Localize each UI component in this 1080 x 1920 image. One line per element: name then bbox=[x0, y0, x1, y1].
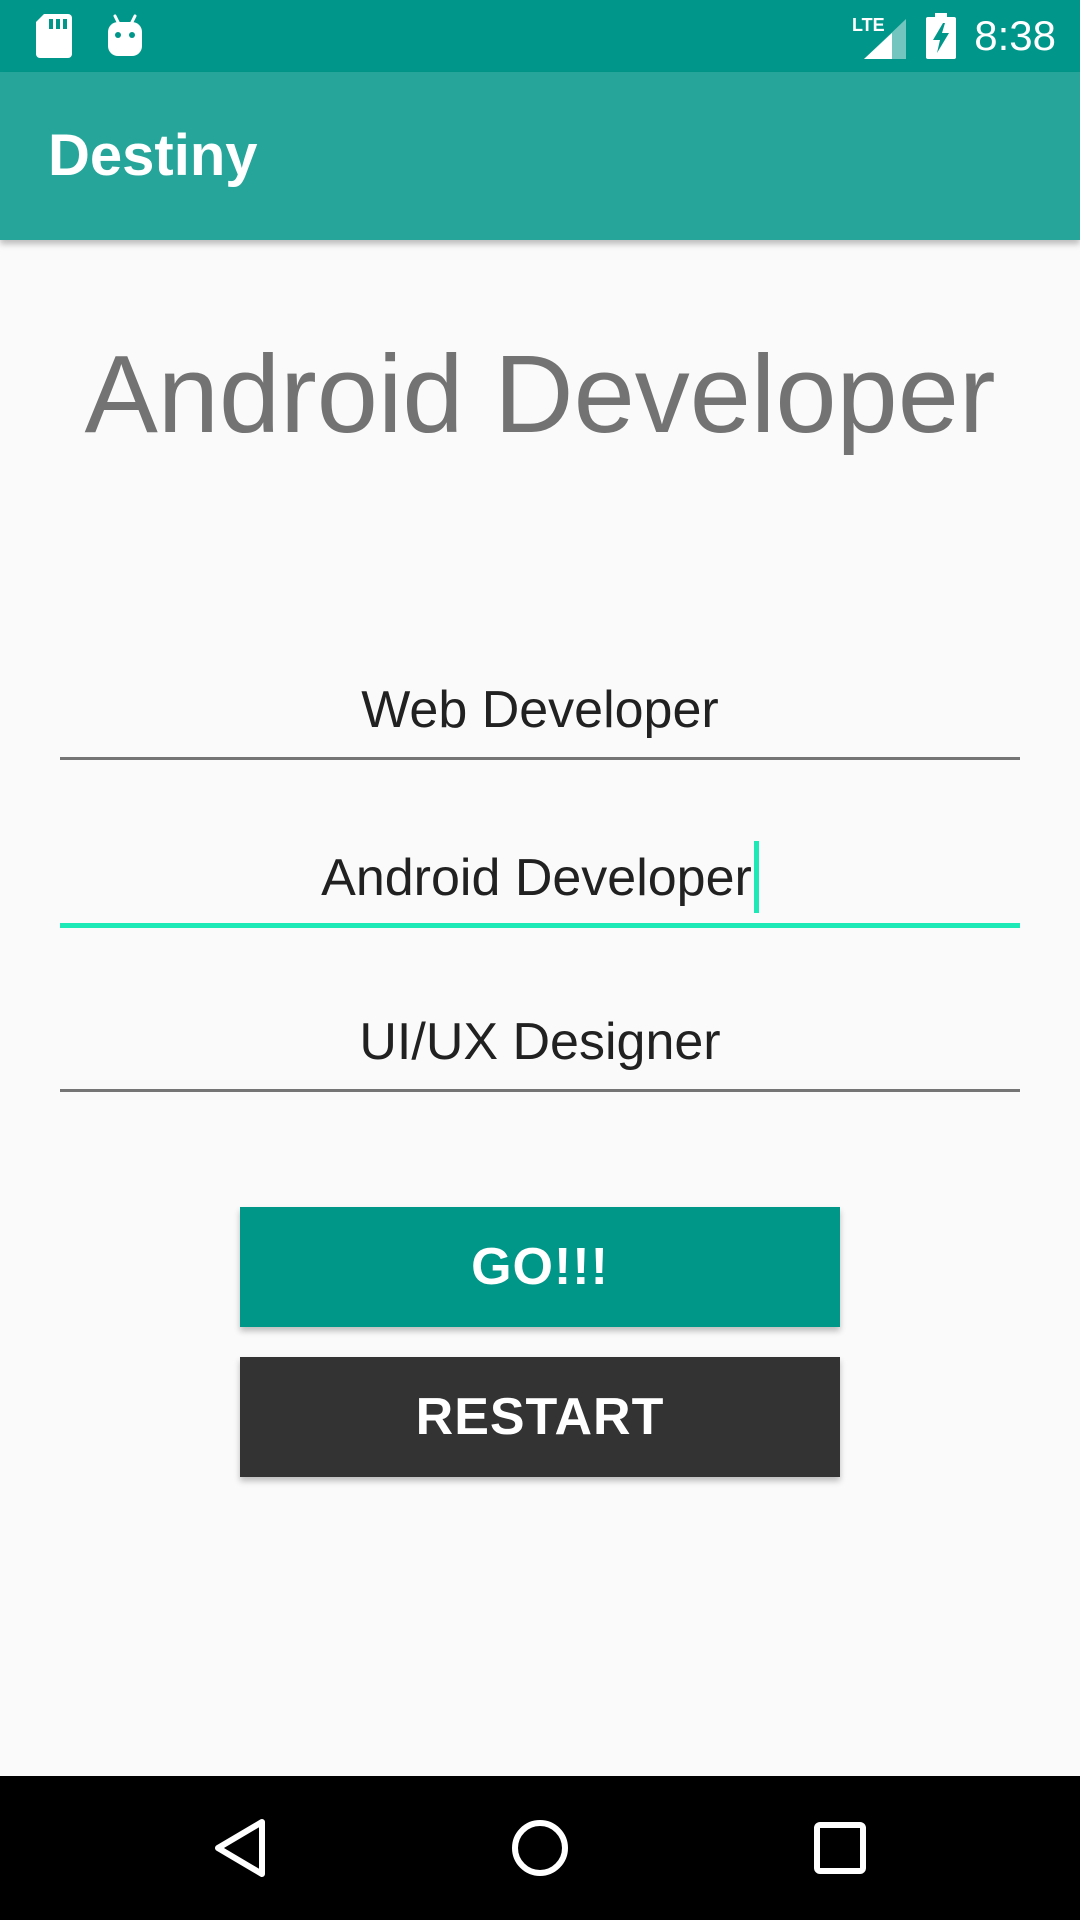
option-field-text[interactable]: UI/UX Designer bbox=[60, 1002, 1020, 1082]
option-field-android-developer[interactable]: Android Developer bbox=[60, 838, 1020, 928]
recents-icon bbox=[813, 1821, 867, 1875]
field-underline-focused bbox=[60, 923, 1020, 928]
option-field-text[interactable]: Android Developer bbox=[321, 849, 752, 907]
option-field-ui-ux-designer[interactable]: UI/UX Designer bbox=[60, 1002, 1020, 1092]
go-button[interactable]: GO!!! bbox=[240, 1207, 840, 1327]
option-field-web-developer[interactable]: Web Developer bbox=[60, 670, 1020, 760]
app-screen: LTE 8:38 Destiny Android Developer Web D… bbox=[0, 0, 1080, 1920]
field-underline bbox=[60, 1089, 1020, 1092]
navigation-bar bbox=[0, 1776, 1080, 1920]
lte-label: LTE bbox=[852, 15, 885, 35]
home-button[interactable] bbox=[468, 1776, 612, 1920]
back-button[interactable] bbox=[168, 1776, 312, 1920]
status-left-icons bbox=[36, 12, 144, 60]
battery-charging-icon bbox=[926, 13, 957, 59]
recents-button[interactable] bbox=[768, 1776, 912, 1920]
app-bar: Destiny bbox=[0, 72, 1080, 240]
option-field-text-wrapper[interactable]: Android Developer bbox=[60, 838, 1020, 918]
status-time: 8:38 bbox=[974, 12, 1056, 59]
lte-signal-icon: LTE bbox=[852, 13, 908, 59]
status-bar: LTE 8:38 bbox=[0, 0, 1080, 72]
back-icon bbox=[212, 1818, 268, 1878]
restart-button[interactable]: RESTART bbox=[240, 1357, 840, 1477]
result-headline: Android Developer bbox=[84, 333, 996, 456]
text-cursor bbox=[753, 841, 759, 914]
sd-card-icon bbox=[36, 14, 72, 58]
status-right-icons: LTE 8:38 bbox=[852, 8, 1056, 64]
android-icon bbox=[106, 14, 144, 58]
home-icon bbox=[510, 1818, 570, 1878]
option-field-text[interactable]: Web Developer bbox=[60, 670, 1020, 750]
app-title: Destiny bbox=[48, 123, 258, 188]
field-underline bbox=[60, 757, 1020, 760]
